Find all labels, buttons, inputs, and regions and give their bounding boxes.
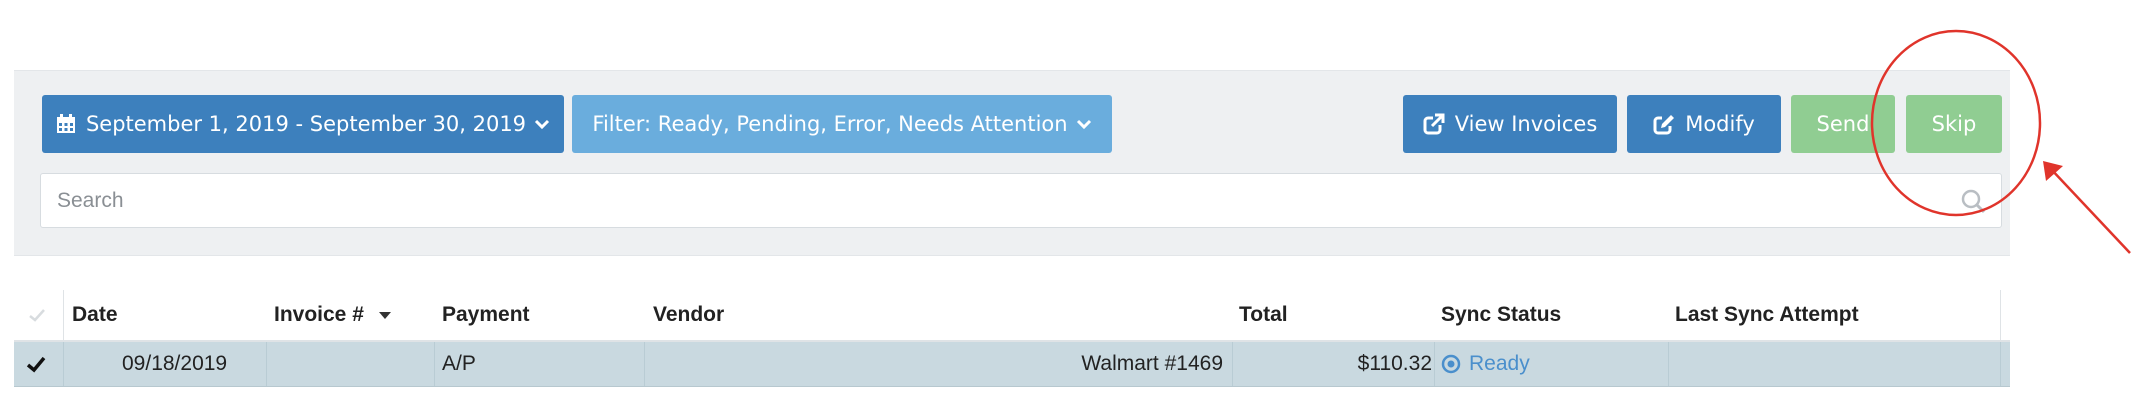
target-icon — [1441, 354, 1461, 374]
cell-divider — [1434, 342, 1435, 386]
sort-desc-icon — [378, 310, 392, 320]
column-header-invoice[interactable]: Invoice # — [274, 290, 392, 340]
row-payment: A/P — [442, 352, 476, 375]
view-invoices-button[interactable]: View Invoices — [1403, 95, 1617, 153]
skip-label: Skip — [1931, 112, 1977, 136]
edit-icon — [1653, 113, 1675, 135]
modify-label: Modify — [1685, 112, 1755, 136]
filter-button[interactable]: Filter: Ready, Pending, Error, Needs Att… — [572, 95, 1112, 153]
send-label: Send — [1816, 112, 1870, 136]
column-header-total[interactable]: Total — [1239, 290, 1288, 340]
modify-button[interactable]: Modify — [1627, 95, 1781, 153]
table-header: Date Invoice # Payment Vendor Total Sync… — [14, 290, 2010, 342]
column-divider — [63, 290, 64, 340]
cell-divider — [63, 342, 64, 386]
calendar-icon — [56, 114, 76, 134]
cell-divider — [434, 342, 435, 386]
filter-label: Filter: Ready, Pending, Error, Needs Att… — [592, 112, 1068, 136]
cell-divider — [266, 342, 267, 386]
date-range-label: September 1, 2019 - September 30, 2019 — [85, 112, 527, 136]
row-sync-status-label: Ready — [1469, 352, 1530, 375]
cell-divider — [1232, 342, 1233, 386]
row-total: $110.32 — [1357, 352, 1432, 375]
invoice-sync-screen: September 1, 2019 - September 30, 2019 F… — [0, 0, 2156, 420]
search-icon[interactable] — [1958, 186, 1988, 216]
column-header-date[interactable]: Date — [72, 290, 118, 340]
annotation-arrow — [2049, 167, 2131, 254]
chevron-down-icon — [1076, 118, 1092, 130]
cell-divider — [2000, 342, 2001, 386]
column-divider — [2000, 290, 2001, 340]
search-input[interactable] — [40, 173, 2002, 228]
send-button[interactable]: Send — [1791, 95, 1895, 153]
table-row[interactable]: 09/18/2019 A/P Walmart #1469 $110.32 Rea… — [14, 342, 2010, 387]
cell-divider — [1668, 342, 1669, 386]
column-header-sync-status[interactable]: Sync Status — [1441, 290, 1561, 340]
column-header-payment[interactable]: Payment — [442, 290, 530, 340]
cell-divider — [644, 342, 645, 386]
annotation-arrowhead — [2043, 161, 2063, 181]
column-header-last-sync-attempt[interactable]: Last Sync Attempt — [1675, 290, 1859, 340]
date-range-button[interactable]: September 1, 2019 - September 30, 2019 — [42, 95, 564, 153]
skip-button[interactable]: Skip — [1906, 95, 2002, 153]
external-link-icon — [1423, 113, 1445, 135]
row-date: 09/18/2019 — [122, 352, 228, 375]
checkmark-icon[interactable] — [26, 342, 46, 386]
column-header-vendor[interactable]: Vendor — [653, 290, 724, 340]
chevron-down-icon — [534, 118, 550, 130]
row-sync-status: Ready — [1441, 342, 1530, 386]
select-all-checkmark-icon[interactable] — [28, 290, 46, 340]
view-invoices-label: View Invoices — [1454, 112, 1598, 136]
column-header-invoice-label: Invoice # — [274, 303, 364, 326]
row-vendor: Walmart #1469 — [1081, 352, 1223, 375]
